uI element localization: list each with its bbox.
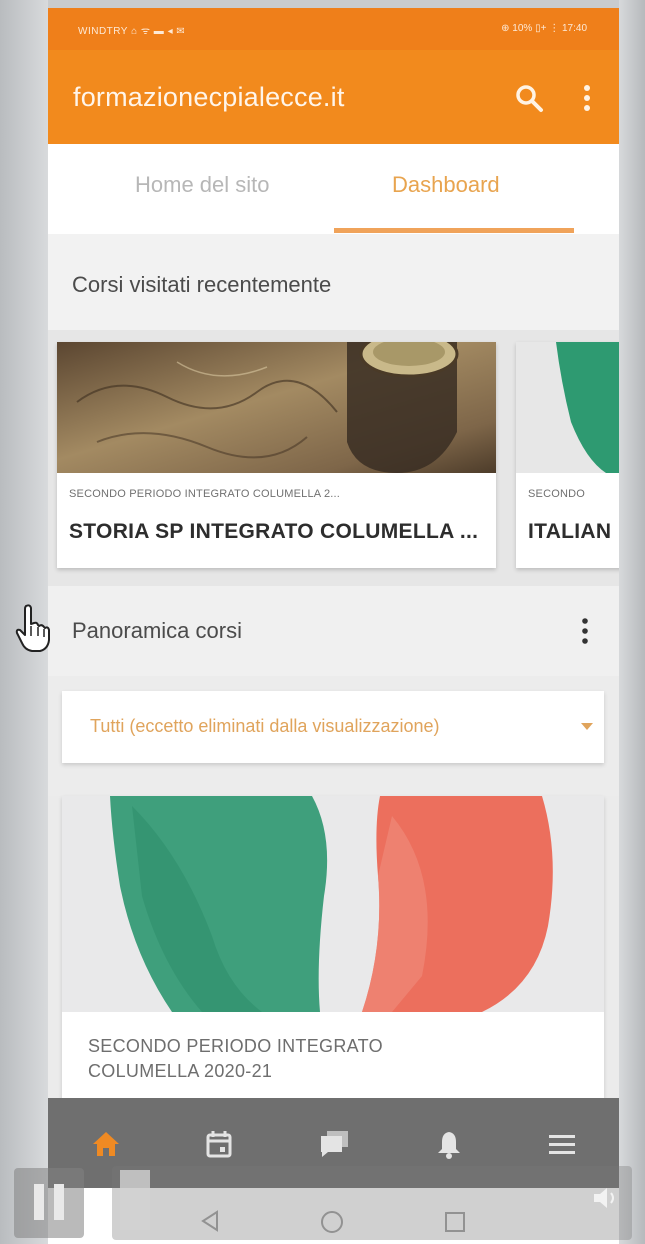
tab-home[interactable]: Home del sito — [135, 172, 270, 198]
active-tab-indicator — [334, 228, 574, 233]
chevron-down-icon — [581, 723, 593, 730]
course-name: ITALIAN — [528, 520, 612, 543]
phone-screen: WINDTRY ⌂ ᯤ ▬ ◂ ✉ ⊕ 10% ▯+ ⋮ 17:40 forma… — [48, 8, 619, 1244]
status-right: ⊕ 10% ▯+ ⋮ 17:40 — [501, 23, 587, 34]
recent-course-card[interactable]: SECONDO ITALIAN — [516, 342, 619, 568]
course-card[interactable]: SECONDO PERIODO INTEGRATO COLUMELLA 2020… — [62, 796, 604, 1116]
course-filter-select[interactable]: Tutti (eccetto eliminati dalla visualizz… — [62, 691, 604, 763]
course-category: SECONDO PERIODO INTEGRATO COLUMELLA 2... — [69, 488, 341, 500]
recent-courses-heading: Corsi visitati recentemente — [72, 272, 332, 297]
filter-value: Tutti (eccetto eliminati dalla visualizz… — [90, 716, 440, 736]
video-seek-bar[interactable] — [112, 1166, 632, 1240]
more-vert-icon[interactable] — [579, 83, 595, 113]
app-title: formazionecpialecce.it — [73, 82, 345, 112]
course-image-map — [57, 342, 496, 473]
recent-courses-header: Corsi visitati recentemente — [48, 234, 619, 330]
course-overview-header: Panoramica corsi — [48, 586, 619, 686]
pause-button[interactable] — [14, 1168, 84, 1238]
status-bar: WINDTRY ⌂ ᯤ ▬ ◂ ✉ ⊕ 10% ▯+ ⋮ 17:40 — [48, 8, 619, 50]
course-category: SECONDO PERIODO INTEGRATO COLUMELLA 2020… — [88, 1036, 383, 1081]
course-category: SECONDO — [528, 488, 586, 500]
search-icon[interactable] — [514, 83, 544, 113]
volume-icon[interactable] — [592, 1186, 618, 1210]
recent-course-card[interactable]: SECONDO PERIODO INTEGRATO COLUMELLA 2...… — [57, 342, 496, 568]
notifications-icon[interactable] — [433, 1128, 465, 1160]
right-backdrop — [619, 0, 645, 1244]
home-icon[interactable] — [90, 1128, 122, 1160]
course-name: STORIA SP INTEGRATO COLUMELLA ... — [69, 520, 479, 543]
status-carrier: WINDTRY ⌂ ᯤ ▬ ◂ ✉ — [78, 26, 186, 37]
video-seek-thumb[interactable] — [120, 1170, 150, 1230]
more-vert-icon[interactable] — [579, 616, 591, 646]
tab-dashboard[interactable]: Dashboard — [392, 172, 500, 198]
messages-icon[interactable] — [318, 1128, 350, 1160]
course-image-flag — [516, 342, 619, 473]
course-image-flag — [62, 796, 604, 1012]
course-overview-heading: Panoramica corsi — [72, 618, 242, 643]
hand-cursor-icon — [15, 604, 50, 652]
app-bar: formazionecpialecce.it — [48, 50, 619, 144]
menu-icon[interactable] — [546, 1128, 578, 1160]
calendar-icon[interactable] — [203, 1128, 235, 1160]
tab-bar: Home del sito Dashboard — [48, 144, 619, 234]
